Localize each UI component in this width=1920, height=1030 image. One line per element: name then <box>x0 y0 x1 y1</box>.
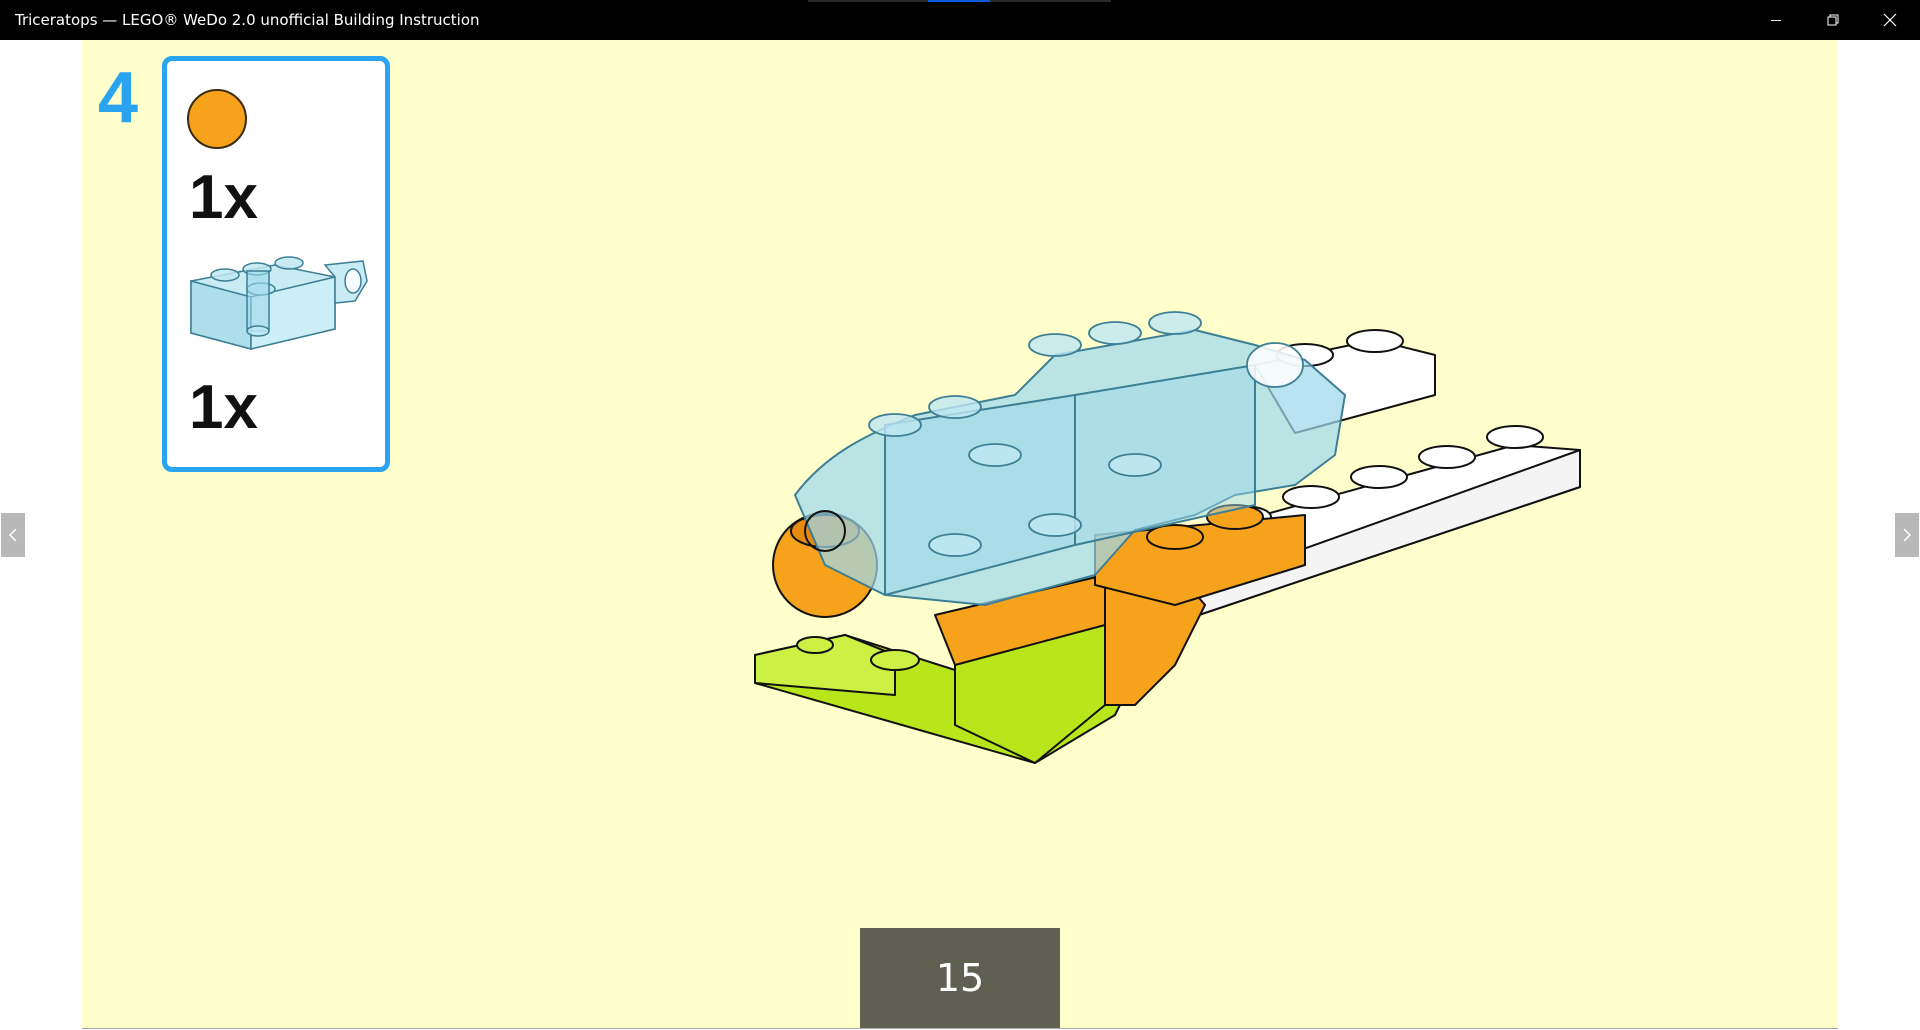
chevron-right-icon <box>1903 528 1912 542</box>
previous-page-button[interactable] <box>1 513 25 557</box>
step-number: 4 <box>98 58 139 138</box>
close-icon <box>1883 13 1897 27</box>
minimize-icon <box>1771 20 1781 21</box>
part-quantity: 1x <box>189 163 258 232</box>
restore-icon <box>1827 14 1839 26</box>
part-quantity: 1x <box>189 373 258 442</box>
model-assembly-illustration <box>754 311 1581 764</box>
title-bar: Triceratops — LEGO® WeDo 2.0 unofficial … <box>0 0 1920 40</box>
page-number: 15 <box>935 956 985 1000</box>
next-page-button[interactable] <box>1895 513 1919 557</box>
chevron-left-icon <box>8 528 17 542</box>
titlebar-accent-mid <box>928 0 990 2</box>
parts-list-box: 1x 1x <box>162 56 390 472</box>
close-button[interactable] <box>1862 0 1918 40</box>
window-title: Triceratops — LEGO® WeDo 2.0 unofficial … <box>15 11 480 29</box>
orange-round-piece-icon <box>187 89 247 149</box>
transparent-light-blue-brick-icon <box>190 256 368 350</box>
minimize-button[interactable] <box>1748 0 1804 40</box>
page-number-badge: 15 <box>860 928 1060 1028</box>
restore-button[interactable] <box>1805 0 1861 40</box>
